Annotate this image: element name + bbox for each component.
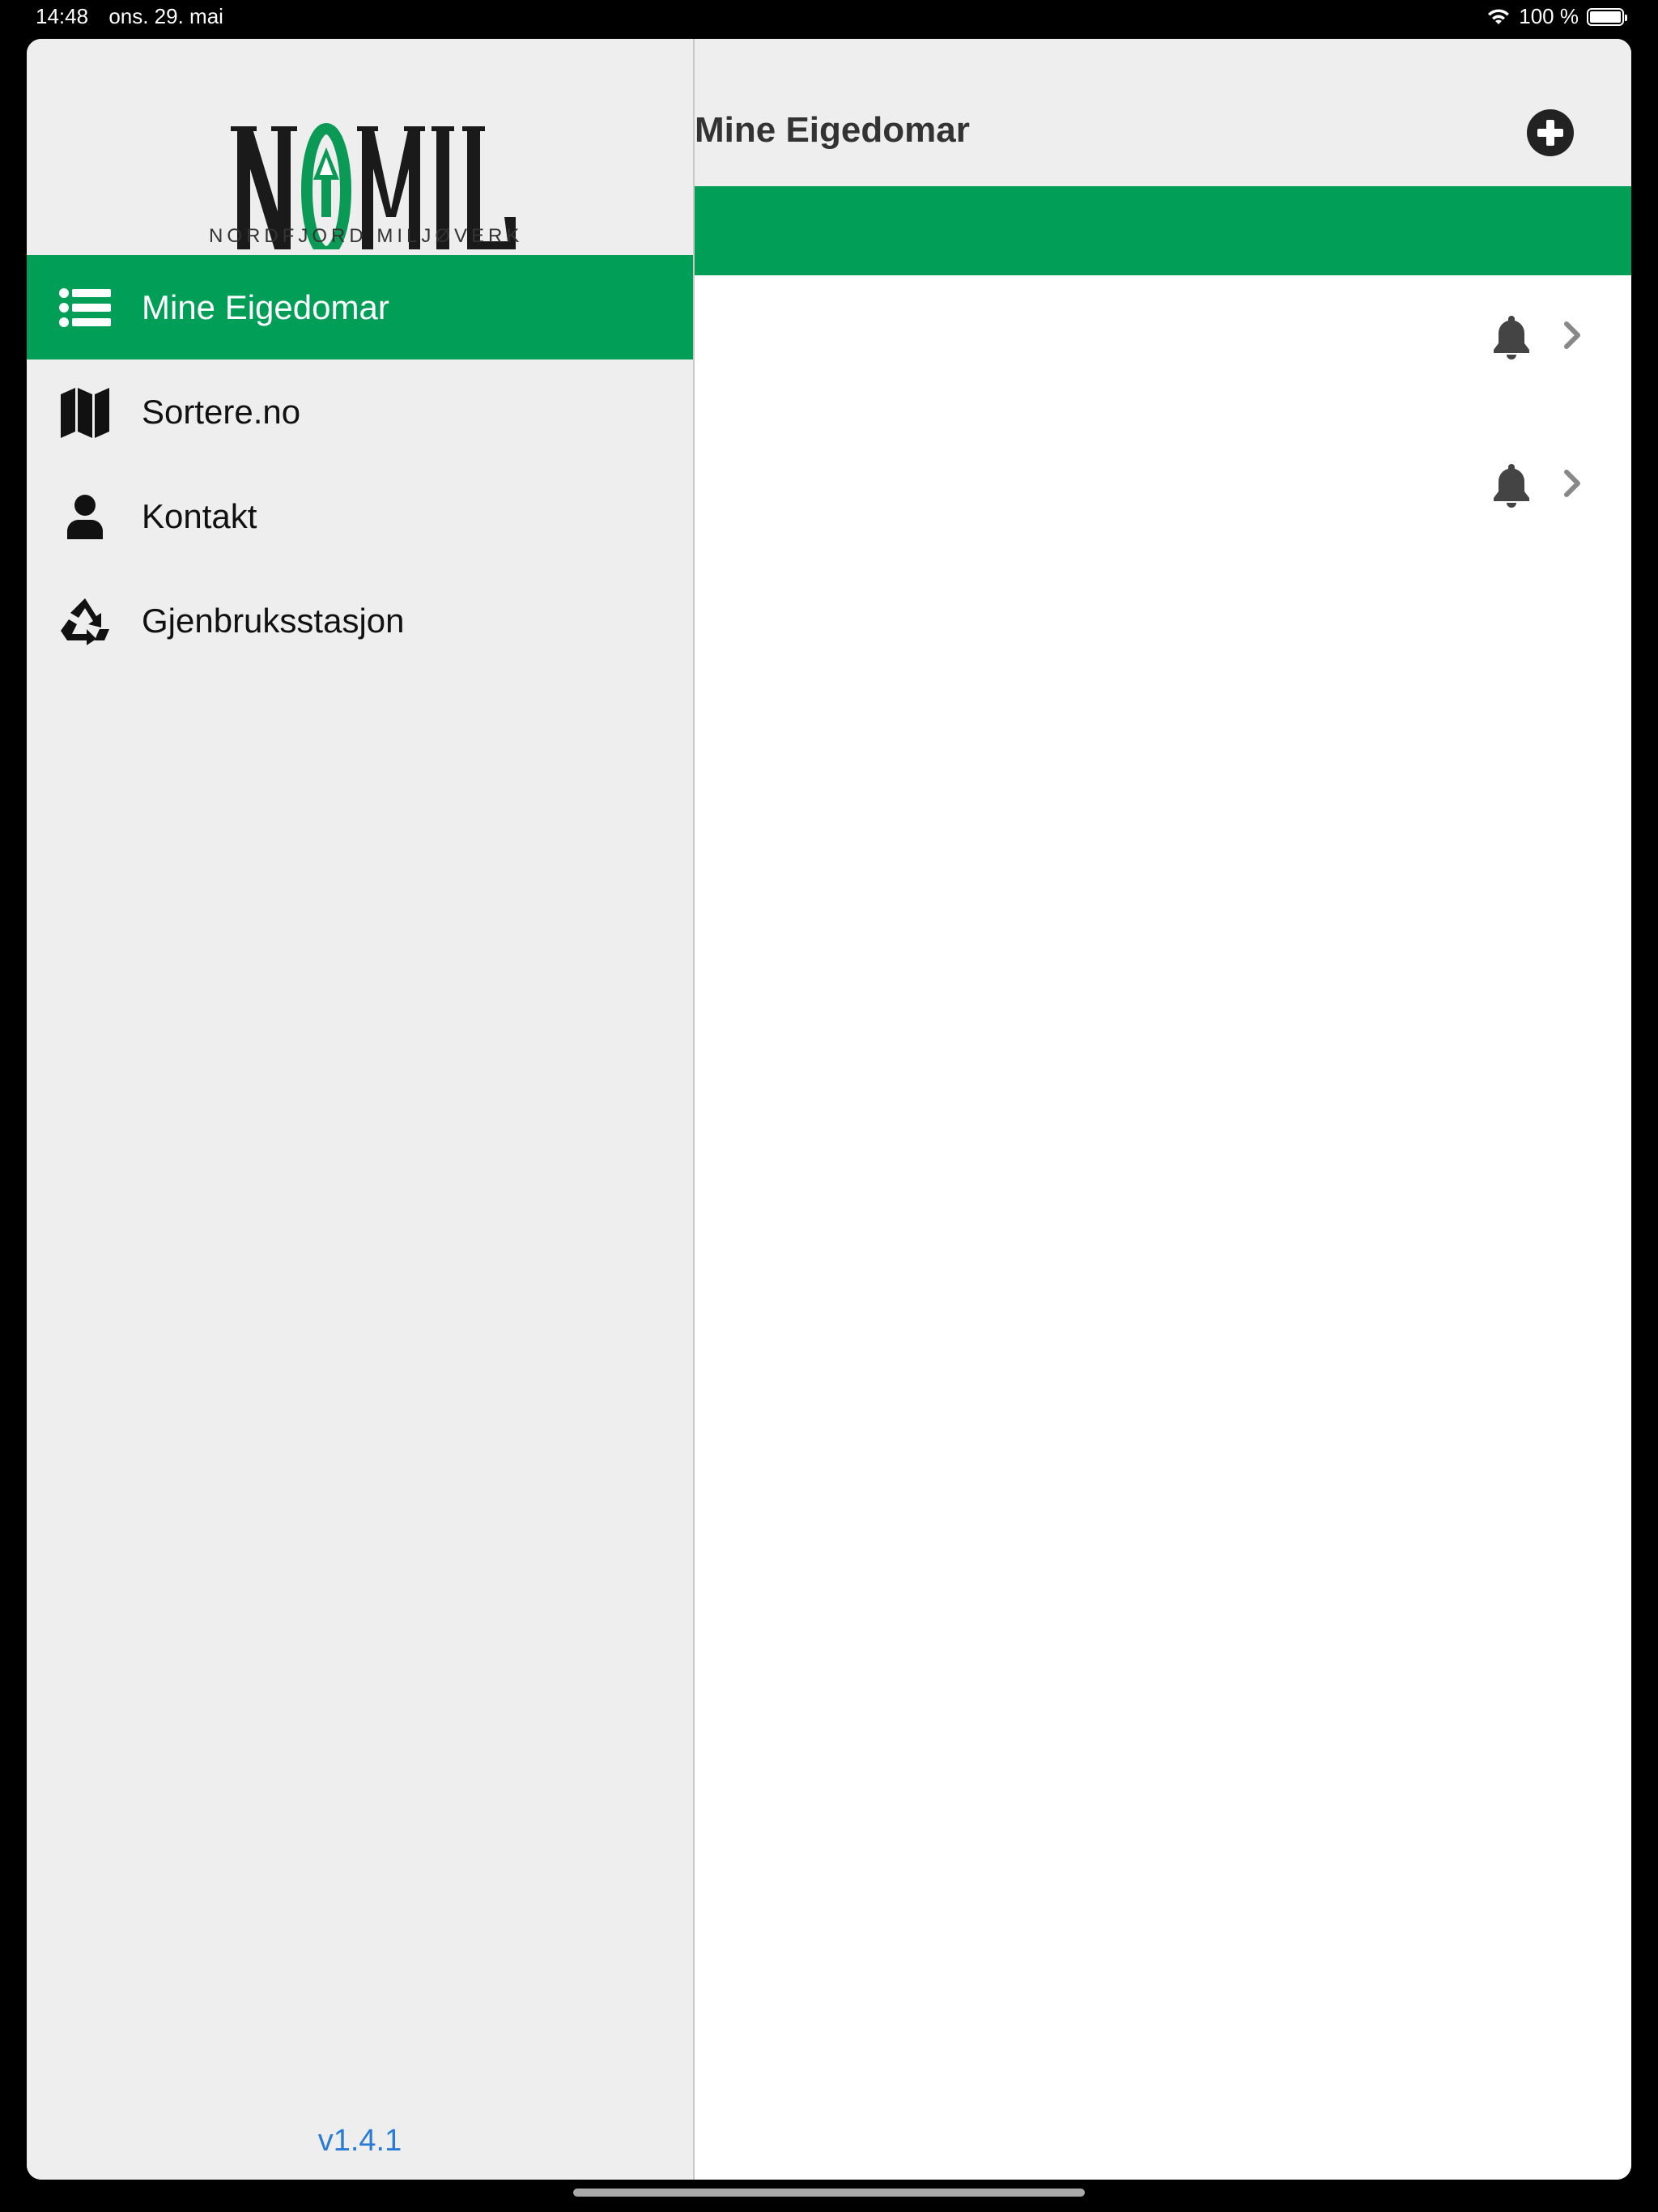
- app-version: v1.4.1: [317, 2124, 402, 2158]
- logo-area: NORDFJORD MILJØVERK: [27, 39, 693, 255]
- status-bar: 14:48 ons. 29. mai 100 %: [0, 0, 1658, 39]
- status-left: 14:48 ons. 29. mai: [36, 4, 238, 29]
- property-row[interactable]: [695, 423, 1631, 545]
- sidebar-item-label: Mine Eigedomar: [142, 287, 389, 326]
- sidebar-item-gjenbruksstasjon[interactable]: Gjenbruksstasjon: [27, 568, 693, 673]
- home-indicator[interactable]: [573, 2189, 1085, 2197]
- list-icon: [57, 287, 113, 327]
- status-right: 100 %: [1486, 4, 1627, 29]
- status-time: 14:48: [36, 4, 89, 28]
- sidebar-item-label: Sortere.no: [142, 392, 301, 431]
- sidebar-item-label: Kontakt: [142, 496, 257, 535]
- plus-circle-icon[interactable]: [1526, 108, 1575, 157]
- property-row[interactable]: [695, 275, 1631, 397]
- logo-subtitle: NORDFJORD MILJØVERK: [209, 225, 524, 247]
- battery-percent: 100 %: [1519, 4, 1579, 28]
- green-banner: [695, 186, 1631, 275]
- sidebar-item-kontakt[interactable]: Kontakt: [27, 464, 693, 568]
- nomil-logo: [231, 123, 516, 249]
- sidebar-item-sortere[interactable]: Sortere.no: [27, 359, 693, 464]
- header: Mine Eigedomar: [695, 39, 1631, 188]
- battery-icon: [1587, 7, 1627, 26]
- sidebar: NORDFJORD MILJØVERK Mine Eigedomar Sorte…: [27, 39, 695, 2180]
- sidebar-item-label: Gjenbruksstasjon: [142, 601, 405, 640]
- chevron-right-icon[interactable]: [1563, 469, 1583, 498]
- chevron-right-icon[interactable]: [1563, 321, 1583, 350]
- main-content: Mine Eigedomar: [695, 39, 1631, 2180]
- sidebar-menu: Mine Eigedomar Sortere.no Kontakt Gjenbr…: [27, 255, 693, 673]
- sidebar-item-mine-eigedomar[interactable]: Mine Eigedomar: [27, 255, 693, 359]
- status-date: ons. 29. mai: [108, 4, 223, 28]
- bell-icon[interactable]: [1491, 314, 1532, 359]
- page-title: Mine Eigedomar: [695, 110, 970, 150]
- app-window: NORDFJORD MILJØVERK Mine Eigedomar Sorte…: [27, 39, 1631, 2180]
- person-icon: [57, 494, 113, 539]
- wifi-icon: [1488, 8, 1510, 24]
- recycle-icon: [57, 597, 113, 645]
- bell-icon[interactable]: [1491, 462, 1532, 508]
- map-icon: [57, 386, 113, 438]
